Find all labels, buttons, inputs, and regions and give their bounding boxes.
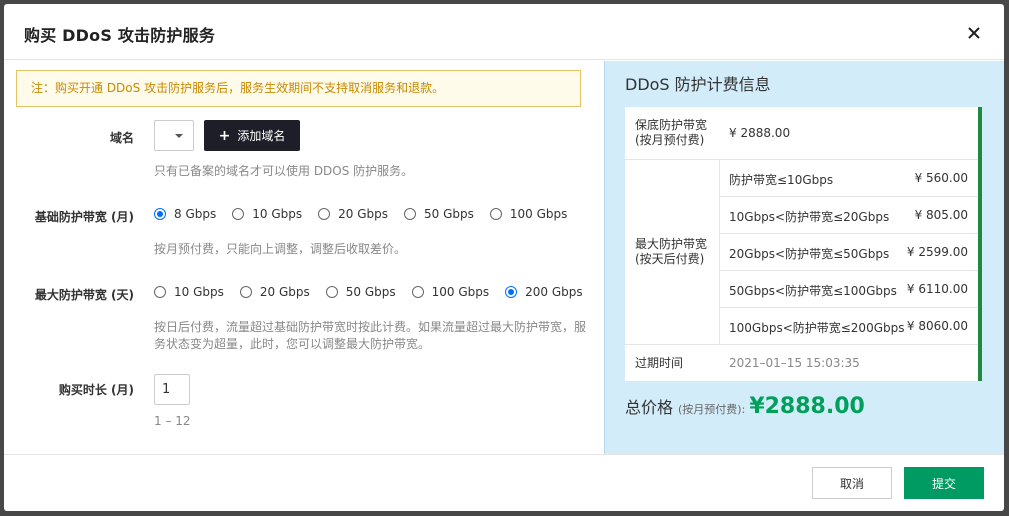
tier-row: 防护带宽≤10Gbps ¥ 560.00	[719, 160, 978, 197]
max-bandwidth-hint: 按日后付费，流量超过基础防护带宽时按此计费。如果流量超过最大防护带宽，服 务状态…	[154, 320, 587, 351]
radio-icon	[411, 286, 424, 298]
radio-icon	[232, 208, 245, 220]
domain-select[interactable]	[154, 120, 194, 151]
plus-icon: +	[218, 127, 231, 144]
tier-row: 20Gbps<防护带宽≤50Gbps ¥ 2599.00	[719, 234, 978, 271]
chevron-down-icon	[175, 134, 183, 138]
close-icon[interactable]	[966, 25, 982, 41]
billing-table: 保底防护带宽 (按月预付费) ¥ 2888.00 最大防护带宽 (按天后付费) …	[625, 107, 982, 381]
base-bandwidth-option-8[interactable]: 8 Gbps	[154, 207, 216, 221]
notice-banner: 注：购买开通 DDoS 攻击防护服务后，服务生效期间不支持取消服务和退款。	[16, 70, 581, 107]
total-label: 总价格	[625, 398, 674, 417]
dialog-header: 购买 DDoS 攻击防护服务	[4, 4, 1004, 60]
tier-row: 100Gbps<防护带宽≤200Gbps ¥ 8060.00	[729, 319, 968, 335]
max-bandwidth-option-50[interactable]: 50 Gbps	[325, 285, 396, 299]
submit-button[interactable]: 提交	[904, 467, 984, 499]
expire-value: 2021–01–15 15:03:35	[729, 356, 860, 370]
radio-icon	[318, 208, 331, 220]
max-bandwidth-option-20[interactable]: 20 Gbps	[239, 285, 310, 299]
billing-title: DDoS 防护计费信息	[625, 75, 771, 94]
total-note: (按月预付费):	[678, 403, 746, 416]
base-bandwidth-radio-group: 8 Gbps 10 Gbps 20 Gbps 50 Gbps 100 Gbps	[154, 207, 583, 221]
dialog-footer: 取消 提交	[4, 454, 1004, 511]
total-amount: ¥2888.00	[749, 394, 865, 419]
base-row: 保底防护带宽 (按月预付费) ¥ 2888.00	[625, 107, 978, 160]
max-row-label: 最大防护带宽 (按天后付费)	[635, 237, 708, 266]
radio-icon	[325, 286, 338, 298]
tier-row: 10Gbps<防护带宽≤20Gbps ¥ 805.00	[719, 197, 978, 234]
radio-icon	[403, 208, 416, 220]
billing-panel: DDoS 防护计费信息 保底防护带宽 (按月预付费) ¥ 2888.00 最大防…	[604, 61, 1004, 454]
max-bandwidth-option-100[interactable]: 100 Gbps	[411, 285, 489, 299]
base-bandwidth-label: 基础防护带宽 (月)	[34, 210, 134, 224]
base-row-label: 保底防护带宽 (按月预付费)	[635, 118, 708, 147]
base-bandwidth-option-20[interactable]: 20 Gbps	[318, 207, 388, 221]
total-price: 总价格 (按月预付费): ¥2888.00	[625, 394, 865, 419]
expire-row: 过期时间 2021–01–15 15:03:35	[625, 345, 978, 381]
domain-hint: 只有已备案的域名才可以使用 DDOS 防护服务。	[154, 164, 414, 178]
dialog-title: 购买 DDoS 攻击防护服务	[24, 26, 216, 45]
base-bandwidth-hint: 按月预付费，只能向上调整，调整后收取差价。	[154, 242, 407, 256]
add-domain-button[interactable]: + 添加域名	[204, 120, 300, 151]
max-bandwidth-option-200[interactable]: 200 Gbps	[505, 285, 583, 299]
base-bandwidth-option-50[interactable]: 50 Gbps	[403, 207, 474, 221]
base-row-price: ¥ 2888.00	[729, 126, 791, 140]
max-bandwidth-label: 最大防护带宽 (天)	[34, 288, 134, 302]
duration-hint: 1 – 12	[154, 414, 191, 428]
domain-label: 域名	[109, 131, 134, 145]
duration-label: 购买时长 (月)	[58, 383, 134, 397]
purchase-dialog: 购买 DDoS 攻击防护服务 注：购买开通 DDoS 攻击防护服务后，服务生效期…	[4, 4, 1004, 511]
radio-icon	[505, 286, 518, 298]
base-bandwidth-option-100[interactable]: 100 Gbps	[489, 207, 567, 221]
radio-icon	[239, 286, 252, 298]
max-bandwidth-radio-group: 10 Gbps 20 Gbps 50 Gbps 100 Gbps 200 Gbp…	[154, 285, 599, 299]
expire-label: 过期时间	[635, 356, 684, 370]
base-bandwidth-option-10[interactable]: 10 Gbps	[232, 207, 302, 221]
radio-icon	[154, 286, 166, 298]
max-bandwidth-option-10[interactable]: 10 Gbps	[154, 285, 224, 299]
add-domain-label: 添加域名	[237, 129, 286, 143]
purchase-form: 注：购买开通 DDoS 攻击防护服务后，服务生效期间不支持取消服务和退款。 域名…	[4, 61, 604, 454]
duration-input[interactable]: 1	[154, 374, 190, 405]
tier-row: 50Gbps<防护带宽≤100Gbps ¥ 6110.00	[719, 271, 978, 308]
cancel-button[interactable]: 取消	[812, 467, 892, 499]
radio-icon	[489, 208, 502, 220]
radio-icon	[154, 208, 166, 220]
